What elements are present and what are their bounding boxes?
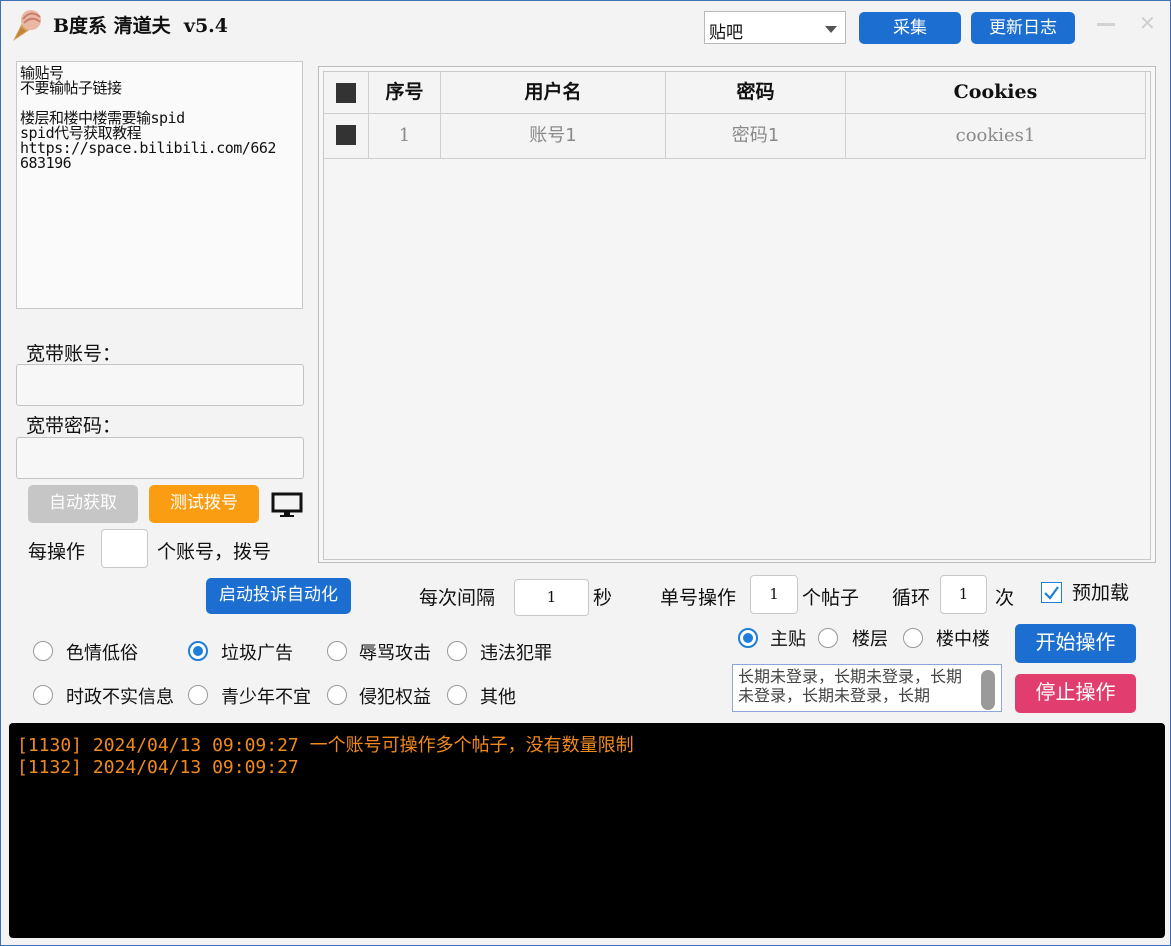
account-table[interactable]: 序号 用户名 密码 Cookies 1 账号1 密码1 cookies1 [318, 66, 1156, 563]
interval-unit: 秒 [593, 587, 613, 609]
stop-button[interactable]: 停止操作 [1015, 674, 1136, 713]
reason-label[interactable]: 其他 [480, 683, 516, 709]
log-line: [1130] 2024/04/13 09:09:27 一个账号可操作多个帖子，没… [17, 735, 634, 756]
instructions-textarea[interactable]: 输贴号 不要输帖子链接 楼层和楼中楼需要输spid spid代号获取教程 https:… [16, 61, 303, 309]
reason-label[interactable]: 垃圾广告 [221, 639, 293, 665]
reason-radio[interactable] [447, 685, 467, 705]
per-account-input[interactable]: 1 [750, 575, 798, 614]
column-header-cookies[interactable]: Cookies [846, 72, 1146, 114]
test-dial-button[interactable]: 测试拨号 [149, 485, 259, 523]
loop-unit: 次 [995, 587, 1015, 609]
complaint-text-input[interactable]: 长期未登录，长期未登录，长期未登录，长期未登录，长期 [732, 664, 1002, 712]
reason-radio[interactable] [327, 641, 347, 661]
interval-input[interactable]: 1 [514, 579, 589, 616]
log-console[interactable]: [1130] 2024/04/13 09:09:27 一个账号可操作多个帖子，没… [9, 723, 1165, 938]
reason-label[interactable]: 色情低俗 [66, 639, 138, 665]
per-account-unit: 个帖子 [802, 587, 860, 609]
reason-label[interactable]: 青少年不宜 [221, 683, 311, 709]
start-button[interactable]: 开始操作 [1015, 624, 1136, 663]
broadband-password-label: 宽带密码： [26, 415, 122, 437]
instruction-line: 683196 [20, 154, 72, 172]
broadband-account-input[interactable] [16, 364, 304, 406]
platform-select[interactable]: 贴吧 [704, 11, 846, 44]
complaint-text: 长期未登录，长期未登录，长期未登录，长期未登录，长期 [738, 667, 963, 705]
select-all-header[interactable] [324, 72, 369, 114]
log-line: [1132] 2024/04/13 09:09:27 [17, 757, 299, 778]
reason-radio[interactable] [188, 685, 208, 705]
column-header-username[interactable]: 用户名 [441, 72, 666, 114]
row-checkbox[interactable] [336, 125, 356, 145]
instruction-line: 不要输帖子链接 [20, 79, 122, 97]
broadband-password-input[interactable] [16, 437, 304, 479]
target-label[interactable]: 楼层 [852, 625, 888, 651]
reason-radio[interactable] [447, 641, 467, 661]
close-icon[interactable]: ✕ [1139, 11, 1156, 35]
target-radio[interactable] [903, 628, 923, 648]
reason-radio[interactable] [188, 641, 208, 661]
preload-label: 预加载 [1072, 582, 1130, 604]
reason-label[interactable]: 时政不实信息 [66, 683, 174, 709]
row-cookies[interactable]: cookies1 [846, 114, 1146, 159]
reason-label[interactable]: 违法犯罪 [480, 639, 552, 665]
collect-button[interactable]: 采集 [859, 12, 961, 44]
reason-radio[interactable] [33, 685, 53, 705]
row-password[interactable]: 密码1 [666, 114, 846, 159]
row-username[interactable]: 账号1 [441, 114, 666, 159]
monitor-icon[interactable] [271, 491, 303, 519]
dial-every-suffix: 个账号，拨号 [157, 541, 272, 563]
loop-input[interactable]: 1 [940, 575, 987, 614]
app-logo-icon [13, 10, 41, 41]
per-account-label: 单号操作 [660, 587, 737, 609]
target-label[interactable]: 楼中楼 [936, 625, 990, 651]
dial-every-label: 每操作 [28, 541, 86, 563]
loop-label: 循环 [892, 587, 931, 609]
reason-label[interactable]: 辱骂攻击 [359, 639, 431, 665]
target-radio[interactable] [818, 628, 838, 648]
platform-select-value: 贴吧 [709, 23, 743, 43]
dial-every-input[interactable] [101, 529, 148, 568]
scrollbar-thumb[interactable] [981, 670, 995, 710]
column-header-index[interactable]: 序号 [369, 72, 441, 114]
check-icon [1044, 586, 1059, 600]
row-index: 1 [369, 114, 441, 159]
auto-get-button[interactable]: 自动获取 [28, 485, 138, 523]
window-title: B度系 清道夫 v5.4 [53, 15, 228, 37]
main-window: B度系 清道夫 v5.4 贴吧 采集 更新日志 ✕ 输贴号 不要输帖子链接 楼层和… [0, 0, 1171, 946]
reason-radio[interactable] [33, 641, 53, 661]
preload-checkbox[interactable] [1041, 582, 1062, 603]
select-all-checkbox[interactable] [336, 83, 356, 103]
column-header-password[interactable]: 密码 [666, 72, 846, 114]
reason-radio[interactable] [327, 685, 347, 705]
target-radio[interactable] [738, 628, 758, 648]
target-label[interactable]: 主贴 [770, 625, 806, 651]
auto-complaint-button[interactable]: 启动投诉自动化 [206, 578, 351, 614]
interval-label: 每次间隔 [419, 587, 496, 609]
chevron-down-icon [825, 26, 837, 33]
row-checkbox-cell[interactable] [324, 114, 369, 159]
reason-label[interactable]: 侵犯权益 [359, 683, 431, 709]
broadband-account-label: 宽带账号： [26, 343, 122, 365]
changelog-button[interactable]: 更新日志 [971, 12, 1075, 44]
minimize-icon[interactable] [1097, 23, 1115, 26]
